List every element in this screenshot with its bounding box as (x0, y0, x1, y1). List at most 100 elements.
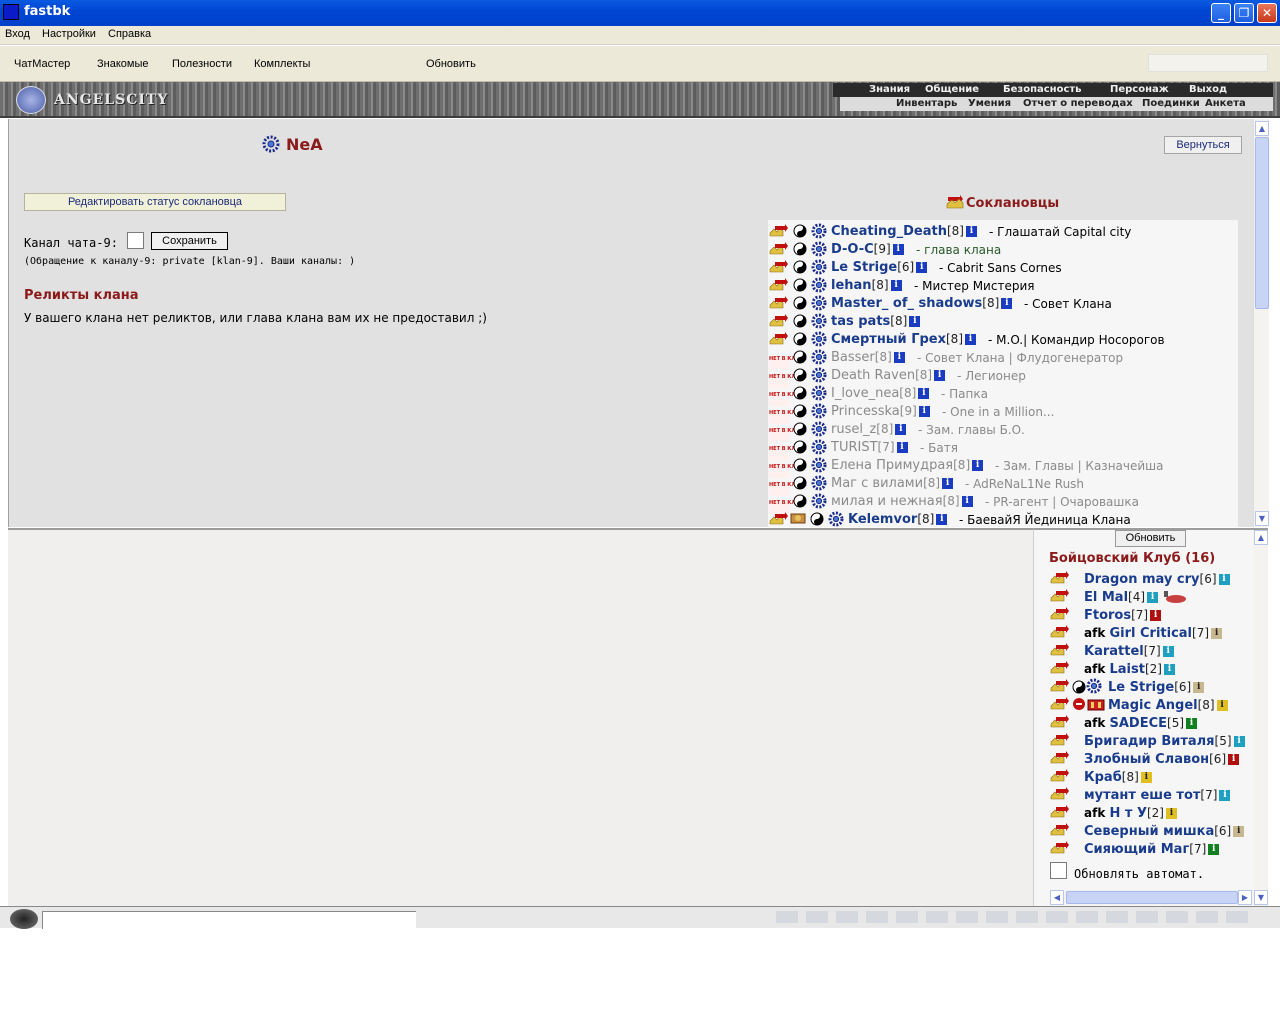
chat-tools[interactable] (776, 911, 1256, 923)
nav-skills[interactable]: Умения (968, 98, 1011, 109)
main-scrollbar[interactable]: ▲ ▼ (1253, 119, 1269, 527)
info-icon[interactable]: i (1219, 790, 1231, 801)
clanmate-name[interactable]: Смертный Грех[8] i (831, 332, 976, 347)
info-icon[interactable]: i (909, 316, 921, 327)
private-message-icon[interactable] (1050, 768, 1070, 787)
nav-communication[interactable]: Общение (925, 84, 979, 95)
chat-panel[interactable] (8, 528, 1033, 906)
channel-checkbox[interactable] (127, 232, 144, 249)
info-icon[interactable]: i (1186, 718, 1198, 729)
info-icon[interactable]: i (942, 478, 954, 489)
online-user-name[interactable]: afk Laist[2] i (1084, 662, 1175, 677)
private-message-icon[interactable] (1050, 660, 1070, 679)
hscroll-thumb[interactable] (1066, 891, 1238, 904)
private-message-icon[interactable] (1050, 642, 1070, 661)
private-message-icon[interactable] (1050, 696, 1070, 715)
nav-fights[interactable]: Поединки (1142, 98, 1200, 109)
close-button[interactable]: ✕ (1257, 3, 1277, 23)
private-message-icon[interactable] (1050, 804, 1070, 823)
online-user-name[interactable]: Сияющий Маг[7] i (1084, 842, 1220, 857)
auto-refresh-checkbox[interactable] (1050, 862, 1067, 879)
info-icon[interactable]: i (1150, 610, 1162, 621)
nav-inventory[interactable]: Инвентарь (896, 98, 957, 109)
clanmate-name[interactable]: Le Strige[6] i (831, 260, 928, 275)
online-user-name[interactable]: afk Н т У[2] i (1084, 806, 1177, 821)
info-icon[interactable]: i (1162, 646, 1174, 657)
info-icon[interactable]: i (965, 334, 976, 345)
info-icon[interactable]: i (1147, 592, 1159, 603)
menu-settings[interactable]: Настройки (42, 28, 96, 40)
avatar[interactable] (10, 909, 38, 929)
info-icon[interactable]: i (1001, 298, 1013, 309)
back-button[interactable]: Вернуться (1164, 136, 1242, 154)
clanmate-name[interactable]: Basser[8] i (831, 350, 905, 365)
info-icon[interactable]: i (1211, 628, 1223, 639)
scroll-left-icon[interactable]: ◀ (1050, 890, 1064, 905)
private-message-icon[interactable] (1050, 822, 1070, 841)
private-message-icon[interactable] (1050, 624, 1070, 643)
info-icon[interactable]: i (1140, 772, 1152, 783)
scroll-right-icon[interactable]: ▶ (1238, 890, 1252, 905)
private-message-icon[interactable] (1050, 786, 1070, 805)
scroll-up-icon[interactable]: ▲ (1255, 121, 1269, 136)
clanmate-name[interactable]: Kelemvor[8] i (848, 512, 948, 527)
toolbar-chatmaster[interactable]: ЧатМастер (14, 58, 70, 70)
online-user-name[interactable]: мутант еше тот[7] i (1084, 788, 1231, 803)
toolbar-sets[interactable]: Комплекты (254, 58, 310, 70)
chat-input[interactable] (42, 911, 416, 929)
toolbar-contacts[interactable]: Знакомые (97, 58, 148, 70)
clanmate-name[interactable]: милая и нежная[8] i (831, 494, 973, 509)
clanmate-name[interactable]: tas pats[8] i (831, 314, 921, 329)
minimize-button[interactable]: _ (1211, 3, 1231, 23)
info-icon[interactable]: i (1218, 574, 1230, 585)
info-icon[interactable]: i (972, 460, 984, 471)
info-icon[interactable]: i (895, 424, 907, 435)
clanmate-name[interactable]: TURIST[7] i (831, 440, 908, 455)
online-user-name[interactable]: Краб[8] i (1084, 770, 1152, 785)
info-icon[interactable]: i (896, 442, 908, 453)
online-user-name[interactable]: El Mal[4] i (1084, 590, 1159, 605)
private-message-icon[interactable] (1050, 750, 1070, 769)
online-user-name[interactable]: Ftoros[7] i (1084, 608, 1162, 623)
nav-character[interactable]: Персонаж (1110, 84, 1169, 95)
menu-help[interactable]: Справка (108, 28, 151, 40)
clanmate-name[interactable]: Cheating_Death[8] i (831, 224, 977, 239)
clanmate-name[interactable]: Princesska[9] i (831, 404, 930, 419)
nav-exit[interactable]: Выход (1189, 84, 1227, 95)
window-titlebar[interactable]: fastbk _ ❐ ✕ (0, 0, 1280, 26)
info-icon[interactable]: i (1228, 754, 1240, 765)
private-message-icon[interactable] (1050, 732, 1070, 751)
toolbar-refresh[interactable]: Обновить (426, 58, 476, 70)
private-message-icon[interactable] (1050, 588, 1070, 607)
info-icon[interactable]: i (1163, 664, 1175, 675)
nav-profile[interactable]: Анкета (1205, 98, 1246, 109)
nav-security[interactable]: Безопасность (1003, 84, 1082, 95)
info-icon[interactable]: i (1233, 736, 1245, 747)
online-user-name[interactable]: Злобный Славон[6] i (1084, 752, 1240, 767)
info-icon[interactable]: i (1193, 682, 1205, 693)
info-icon[interactable]: i (918, 388, 930, 399)
save-button[interactable]: Сохранить (151, 232, 228, 250)
clanmate-name[interactable]: rusel_z[8] i (831, 422, 907, 437)
clanmate-name[interactable]: Маг с вилами[8] i (831, 476, 954, 491)
private-message-icon[interactable] (1050, 570, 1070, 589)
info-icon[interactable]: i (918, 406, 930, 417)
clanmate-name[interactable]: I_love_nea[8] i (831, 386, 930, 401)
private-message-icon[interactable] (769, 511, 789, 527)
info-icon[interactable]: i (890, 280, 902, 291)
info-icon[interactable]: i (936, 514, 948, 525)
clanmate-name[interactable]: Master_ of_ shadows[8] i (831, 296, 1013, 311)
info-icon[interactable]: i (1208, 844, 1220, 855)
info-icon[interactable]: i (892, 244, 904, 255)
scroll-down-icon[interactable]: ▼ (1255, 511, 1269, 526)
online-user-name[interactable]: Magic Angel[8] i (1108, 698, 1228, 713)
online-user-name[interactable]: Karattel[7] i (1084, 644, 1174, 659)
online-user-name[interactable]: afk Girl Critical[7] i (1084, 626, 1223, 641)
scroll-up-icon[interactable]: ▲ (1254, 530, 1268, 545)
private-message-icon[interactable] (1050, 840, 1070, 859)
info-icon[interactable]: i (1216, 700, 1228, 711)
online-user-name[interactable]: Dragon may cry[6] i (1084, 572, 1230, 587)
clanmate-name[interactable]: Death Raven[8] i (831, 368, 946, 383)
clanmate-name[interactable]: lehan[8] i (831, 278, 902, 293)
nav-knowledge[interactable]: Знания (869, 84, 910, 95)
